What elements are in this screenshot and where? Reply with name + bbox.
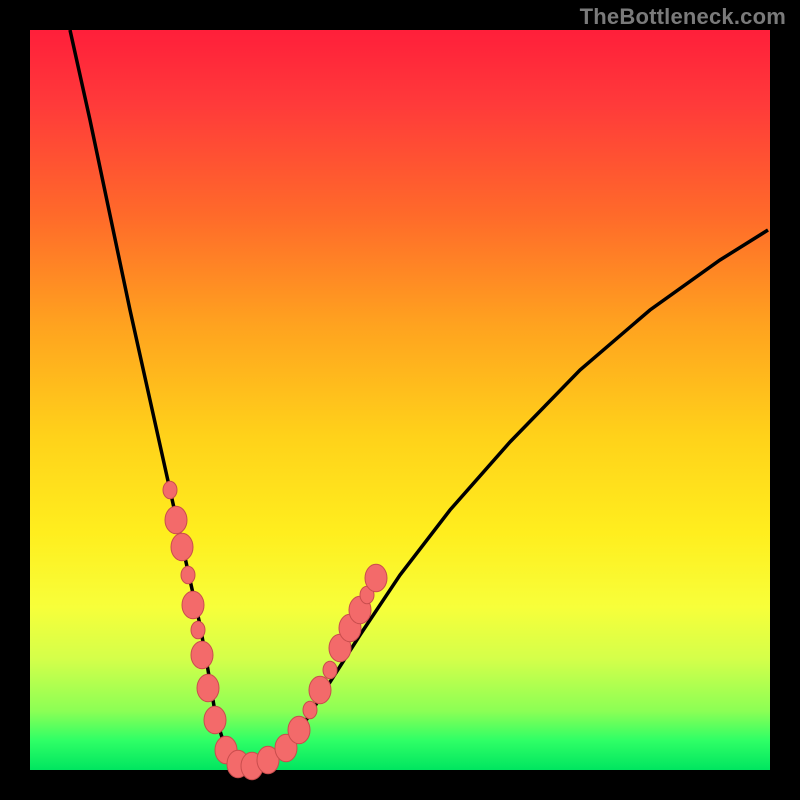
curve-marker: [163, 481, 177, 499]
plot-area: [30, 30, 770, 770]
curve-marker: [171, 533, 193, 561]
curve-marker: [365, 564, 387, 592]
curve-markers: [163, 481, 387, 780]
curve-marker: [288, 716, 310, 744]
curve-marker: [182, 591, 204, 619]
curve-marker: [191, 621, 205, 639]
chart-stage: TheBottleneck.com: [0, 0, 800, 800]
curve-marker: [323, 661, 337, 679]
curve-marker: [197, 674, 219, 702]
bottleneck-curve: [70, 30, 768, 765]
curve-svg: [30, 30, 770, 770]
curve-marker: [303, 701, 317, 719]
curve-marker: [181, 566, 195, 584]
curve-marker: [204, 706, 226, 734]
curve-marker: [309, 676, 331, 704]
curve-marker: [165, 506, 187, 534]
curve-marker: [191, 641, 213, 669]
watermark-text: TheBottleneck.com: [580, 4, 786, 30]
